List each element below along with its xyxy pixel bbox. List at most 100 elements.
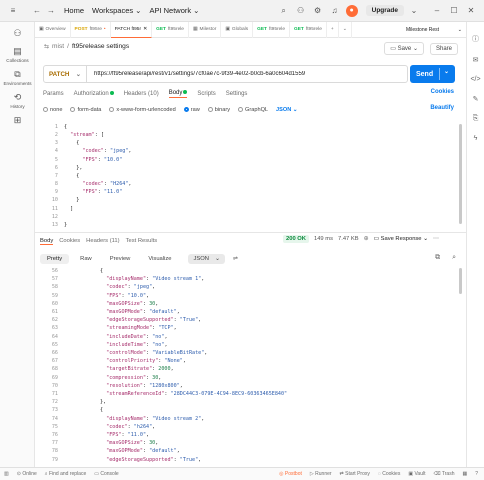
collection-icon: ▦ [192, 27, 198, 32]
method-select[interactable]: PATCH ⌄ [44, 66, 87, 82]
body-option-binary[interactable]: binary [207, 107, 230, 113]
copy-icon[interactable]: ⧉ [435, 254, 440, 262]
body-option-graphql[interactable]: GraphQL [238, 107, 268, 113]
tab-post[interactable]: POST ft95re • [71, 21, 111, 38]
environment-selector[interactable]: Milestone Rest ⌄ [402, 22, 466, 37]
comment-icon[interactable]: ✉ [473, 56, 479, 64]
tabs-overflow-icon[interactable]: ⌄ [339, 21, 352, 38]
trash[interactable]: ⌫ Trash [433, 471, 454, 477]
request-body-editor[interactable]: 1{2 "stream": [3 {4 "codec": "jpeg", 5 "F… [36, 123, 456, 229]
sidebar-item-collections[interactable]: ▤ Collections [0, 46, 35, 63]
maximize-icon[interactable]: ☐ [447, 4, 461, 18]
beautify-link[interactable]: Beautify [430, 105, 454, 111]
help-icon[interactable]: ? [475, 471, 478, 477]
sidebar-item-grid[interactable]: ⊞ [0, 115, 35, 127]
tab-get-1[interactable]: GET ft95rele [152, 21, 189, 38]
postbot[interactable]: ◎ Postbot [279, 471, 302, 477]
breadcrumb-collection[interactable]: mist [52, 43, 64, 50]
save-button[interactable]: ▭ Save ⌄ [384, 42, 424, 55]
save-response-label: Save Response [380, 236, 422, 242]
tab-overview[interactable]: ▣ Overview [35, 21, 71, 38]
workspaces-menu[interactable]: Workspaces ⌄ [92, 6, 141, 15]
view-raw[interactable]: Raw [73, 254, 99, 264]
tab-response-cookies[interactable]: Cookies [59, 238, 80, 244]
format-label: JSON [276, 107, 292, 113]
body-option-raw[interactable]: raw [183, 107, 200, 113]
cookies-link[interactable]: Cookies [431, 89, 454, 95]
footer-cookies[interactable]: ◌ Cookies [378, 471, 400, 477]
start-proxy[interactable]: ⇄ Start Proxy [340, 471, 370, 477]
tab-get-2[interactable]: GET ft95rele [253, 21, 290, 38]
body-option-urlencoded[interactable]: x-www-form-urlencoded [109, 107, 176, 113]
lightning-icon[interactable]: ϟ [474, 135, 478, 142]
runner[interactable]: ▷ Runner [310, 471, 332, 477]
option-label: raw [190, 107, 200, 113]
upgrade-button[interactable]: Upgrade [365, 5, 404, 16]
chevron-down-icon[interactable]: ⌄ [438, 68, 449, 80]
vault[interactable]: ▣ Vault [408, 471, 425, 477]
close-icon[interactable]: ✕ [143, 27, 147, 32]
bell-icon[interactable]: ♫ [328, 4, 342, 18]
back-icon[interactable]: ← [30, 4, 44, 18]
menu-icon[interactable]: ≡ [6, 4, 20, 18]
share-button[interactable]: Share [429, 42, 458, 55]
tab-body[interactable]: Body [168, 90, 188, 98]
sidebar-item-person[interactable]: ⚇ [0, 28, 35, 40]
body-option-none[interactable]: none [43, 107, 62, 113]
edit-icon[interactable]: ✎ [473, 95, 479, 103]
new-tab-button[interactable]: + [327, 21, 339, 38]
tab-test-results[interactable]: Test Results [126, 238, 158, 244]
tab-scripts[interactable]: Scripts [197, 91, 215, 97]
tab-milestone[interactable]: ▦ Milestor [189, 21, 222, 38]
chevron-down-icon[interactable]: ⌄ [407, 4, 421, 18]
divider [35, 232, 466, 233]
console[interactable]: ▭ Console [94, 471, 118, 477]
view-pretty[interactable]: Pretty [40, 253, 70, 264]
tab-authorization[interactable]: Authorization [74, 91, 114, 97]
tab-response-headers[interactable]: Headers (11) [86, 238, 119, 244]
close-icon[interactable]: ✕ [464, 4, 478, 18]
sidebar-item-history[interactable]: ⟲ History [0, 92, 35, 109]
wrap-icon[interactable]: ⇌ [233, 256, 238, 262]
gear-icon[interactable]: ⚙ [311, 4, 325, 18]
send-button[interactable]: Send ⌄ [410, 65, 455, 83]
forward-icon[interactable]: → [44, 4, 58, 18]
more-icon[interactable]: ⋯ [433, 236, 439, 242]
api-network-menu[interactable]: API Network ⌄ [149, 6, 199, 15]
scrollbar[interactable] [459, 268, 462, 294]
globe-icon[interactable]: ⊕ [364, 236, 369, 242]
tab-get-3[interactable]: GET ft95rele [290, 21, 327, 38]
body-format-select[interactable]: JSON ⌄ [276, 107, 297, 113]
invite-icon[interactable]: ⚇ [294, 4, 308, 18]
search-icon[interactable]: ⌕ [452, 254, 456, 262]
link-icon[interactable]: ⎘ [473, 115, 479, 123]
tab-patch-active[interactable]: PATCH ft95r ✕ [110, 21, 153, 38]
save-response-button[interactable]: ▭ Save Response ⌄ [374, 236, 429, 242]
response-body-viewer[interactable]: 56{57 "displayName": "Video stream 1", 58… [36, 267, 456, 465]
info-icon[interactable]: ⓘ [472, 34, 479, 44]
tab-response-body[interactable]: Body [40, 238, 54, 245]
tab-headers[interactable]: Headers (10) [124, 91, 159, 97]
status-badge[interactable]: 200 OK [283, 235, 309, 243]
response-format-select[interactable]: JSON ⌄ [188, 253, 225, 264]
view-visualize[interactable]: Visualize [141, 254, 178, 264]
tab-settings[interactable]: Settings [226, 91, 248, 97]
code-icon[interactable]: </> [470, 76, 480, 83]
request-name[interactable]: ft95release settings [72, 43, 129, 50]
view-preview[interactable]: Preview [103, 254, 138, 264]
status-label: Postbot [284, 471, 302, 477]
minimize-icon[interactable]: – [430, 4, 444, 18]
avatar[interactable]: ● [345, 4, 359, 18]
tab-globals[interactable]: ▣ Globals [221, 21, 254, 38]
sidebar-item-environments[interactable]: ⧉ Environments [0, 69, 35, 86]
scrollbar[interactable] [459, 124, 462, 224]
url-input[interactable]: https://ft95release/api/rest/v1/settings… [87, 71, 305, 77]
layout-icon[interactable]: ▦ [462, 471, 467, 477]
find-replace[interactable]: ⌕ Find and replace [45, 471, 86, 477]
search-icon[interactable]: ⌕ [277, 4, 291, 18]
body-option-form-data[interactable]: form-data [70, 107, 101, 113]
tab-params[interactable]: Params [43, 91, 64, 97]
sidebar-toggle-icon[interactable]: ▥ [4, 471, 9, 477]
home-link[interactable]: Home [64, 6, 84, 15]
online-status[interactable]: ⊙ Online [17, 471, 37, 477]
